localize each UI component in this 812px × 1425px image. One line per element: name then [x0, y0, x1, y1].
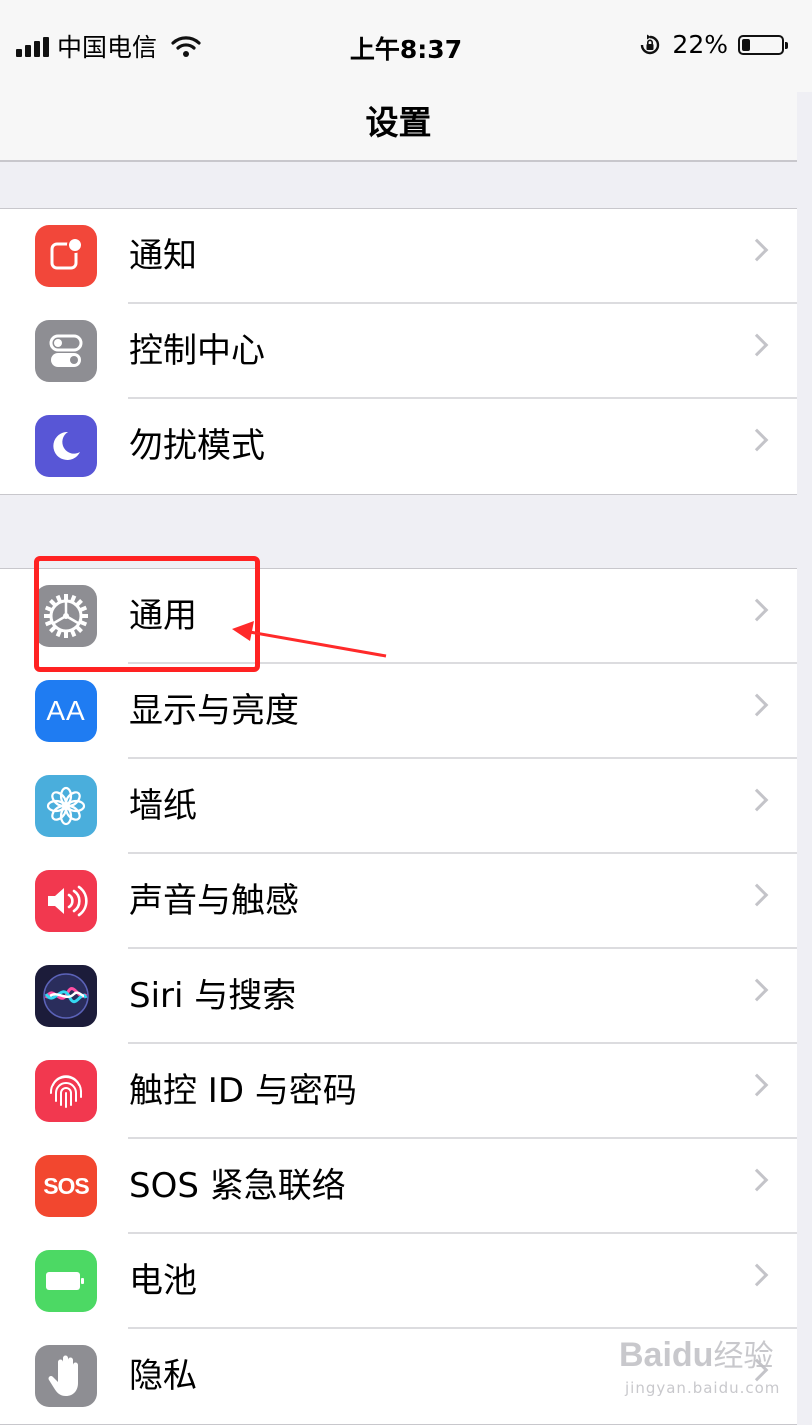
settings-row-battery[interactable]: 电池 — [0, 1234, 797, 1329]
settings-row-label: 隐私 — [129, 1356, 197, 1396]
chevron-right-icon — [745, 693, 769, 717]
watermark-url: jingyan.baidu.com — [625, 1379, 781, 1397]
chevron-right-icon — [745, 428, 769, 452]
annotation-arrow-icon — [232, 621, 387, 658]
chevron-right-icon — [745, 598, 769, 622]
battery-status-icon — [738, 34, 788, 55]
settings-row-label: 墙纸 — [129, 786, 197, 826]
speaker-icon — [35, 870, 97, 932]
settings-row-label: 勿扰模式 — [129, 426, 265, 466]
battery-percent: 22% — [672, 30, 728, 59]
chevron-right-icon — [745, 1073, 769, 1097]
hand-icon — [35, 1345, 97, 1407]
settings-row-label: 声音与触感 — [129, 881, 299, 921]
settings-row-display-brightness[interactable]: AA 显示与亮度 — [0, 664, 797, 759]
settings-row-siri-search[interactable]: Siri 与搜索 — [0, 949, 797, 1044]
settings-row-label: 电池 — [129, 1261, 197, 1301]
chevron-right-icon — [745, 788, 769, 812]
settings-row-notifications[interactable]: 通知 — [0, 209, 797, 304]
settings-row-wallpaper[interactable]: 墙纸 — [0, 759, 797, 854]
settings-row-label: 通知 — [129, 236, 197, 276]
settings-row-label: SOS 紧急联络 — [129, 1166, 346, 1206]
settings-row-label: 触控 ID 与密码 — [129, 1071, 357, 1111]
display-brightness-icon: AA — [35, 680, 97, 742]
settings-row-emergency-sos[interactable]: SOS SOS 紧急联络 — [0, 1139, 797, 1234]
baidu-watermark: Baidu经验 jingyan.baidu.com — [619, 1331, 779, 1397]
settings-row-label: 显示与亮度 — [129, 691, 299, 731]
settings-row-control-center[interactable]: 控制中心 — [0, 304, 797, 399]
settings-row-do-not-disturb[interactable]: 勿扰模式 — [0, 399, 797, 494]
settings-row-label: 控制中心 — [129, 331, 265, 371]
status-right: 22% — [638, 30, 788, 59]
chevron-right-icon — [745, 883, 769, 907]
settings-group-2: 通用 AA 显示与亮度 墙纸 声音与触感 Siri 与搜索 触控 ID 与密码 … — [0, 568, 797, 1425]
chevron-right-icon — [745, 333, 769, 357]
status-bar: 中国电信 上午8:37 22% — [0, 0, 812, 92]
notifications-icon — [35, 225, 97, 287]
battery-level-fill — [742, 38, 750, 51]
control-center-icon — [35, 320, 97, 382]
wallpaper-flower-icon — [35, 775, 97, 837]
sos-icon-glyph: SOS — [43, 1172, 90, 1199]
sos-icon: SOS — [35, 1155, 97, 1217]
settings-row-touch-id-passcode[interactable]: 触控 ID 与密码 — [0, 1044, 797, 1139]
fingerprint-icon — [35, 1060, 97, 1122]
moon-icon — [35, 415, 97, 477]
battery-icon — [35, 1250, 97, 1312]
display-icon-glyph: AA — [46, 695, 86, 726]
rotation-lock-icon — [641, 34, 660, 54]
siri-icon — [35, 965, 97, 1027]
settings-group-1: 通知 控制中心 勿扰模式 — [0, 208, 797, 495]
page-title: 设置 — [365, 103, 432, 142]
settings-row-sounds-haptics[interactable]: 声音与触感 — [0, 854, 797, 949]
chevron-right-icon — [745, 978, 769, 1002]
chevron-right-icon — [745, 1168, 769, 1192]
watermark-text: 经验 — [713, 1339, 774, 1374]
settings-row-label: Siri 与搜索 — [129, 976, 297, 1016]
chevron-right-icon — [745, 238, 769, 262]
navigation-bar: 设置 — [0, 92, 797, 162]
watermark-logo: Baidu — [619, 1336, 714, 1374]
chevron-right-icon — [745, 1263, 769, 1287]
